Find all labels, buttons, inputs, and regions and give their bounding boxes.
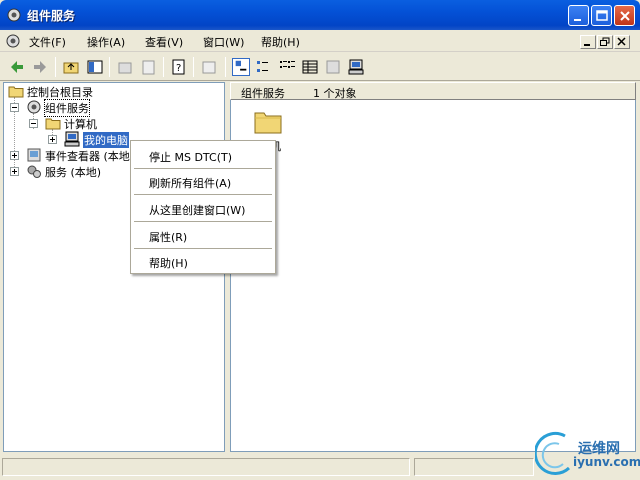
svg-text:?: ? (176, 63, 181, 74)
tree-label-event-viewer: 事件查看器 (本地) (45, 150, 135, 163)
folder-icon (45, 118, 61, 130)
services-gear-icon (27, 165, 41, 178)
event-viewer-icon (27, 148, 41, 162)
up-folder-icon[interactable] (62, 58, 80, 76)
list-view-icon[interactable] (278, 58, 296, 76)
expand-toggle[interactable] (10, 151, 19, 160)
console-icon[interactable] (5, 33, 21, 49)
back-arrow-icon[interactable] (8, 58, 26, 76)
result-pane-header: 组件服务 1 个对象 (230, 82, 636, 100)
minimize-button[interactable] (568, 5, 589, 26)
component-services-icon (27, 100, 41, 114)
menu-item-stop-dtc[interactable]: 停止 MS DTC(T) (132, 144, 274, 166)
menu-action[interactable]: 操作(A) (87, 34, 125, 50)
maximize-button[interactable] (591, 5, 612, 26)
collapse-toggle[interactable] (29, 119, 38, 128)
status-pane-main (2, 458, 410, 476)
show-hide-tree-icon[interactable] (86, 58, 104, 76)
menu-item-help[interactable]: 帮助(H) (132, 250, 274, 272)
menu-view[interactable]: 查看(V) (145, 34, 183, 50)
small-icons-view-icon[interactable] (255, 58, 273, 76)
result-pane[interactable] (230, 100, 636, 452)
collapse-toggle[interactable] (10, 103, 19, 112)
expand-toggle[interactable] (48, 135, 57, 144)
folder-icon (8, 86, 24, 98)
new-window-icon[interactable] (200, 58, 218, 76)
child-minimize-button[interactable] (580, 35, 596, 49)
result-pane-title: 组件服务 (241, 87, 285, 100)
properties-icon[interactable]: ? (170, 58, 188, 76)
menu-file[interactable]: 文件(F) (29, 34, 66, 50)
component-services-icon (7, 8, 21, 22)
watermark-url: iyunv.com (573, 455, 640, 469)
tree-label-services: 服务 (本地) (45, 166, 102, 179)
computer-icon[interactable] (347, 58, 365, 76)
columns-view-icon[interactable] (324, 58, 342, 76)
menu-item-properties[interactable]: 属性(R) (132, 224, 274, 246)
title-bar[interactable]: 组件服务 (0, 0, 640, 30)
tree-label-root: 控制台根目录 (27, 86, 93, 99)
large-icons-view-icon[interactable] (232, 58, 250, 76)
tree-item-root[interactable]: 控制台根目录 (6, 83, 206, 99)
tree-label-my-computer: 我的电脑 (83, 132, 129, 148)
status-pane-secondary (414, 458, 534, 476)
tree-label-component-services: 组件服务 (44, 99, 90, 117)
close-button[interactable] (614, 5, 635, 26)
export-icon[interactable] (116, 58, 134, 76)
tree-item-component-services[interactable]: 组件服务 (6, 99, 206, 117)
menu-help[interactable]: 帮助(H) (261, 34, 300, 50)
menu-window[interactable]: 窗口(W) (203, 34, 244, 50)
tree-label-computers: 计算机 (64, 118, 97, 131)
child-close-button[interactable] (614, 35, 630, 49)
toolbar: ? (0, 53, 640, 81)
menu-item-new-window[interactable]: 从这里创建窗口(W) (132, 197, 274, 219)
window-title: 组件服务 (27, 9, 76, 23)
object-count: 1 个对象 (313, 87, 357, 100)
refresh-icon[interactable] (140, 58, 158, 76)
context-menu: 停止 MS DTC(T) 刷新所有组件(A) 从这里创建窗口(W) 属性(R) … (130, 140, 276, 274)
child-restore-button[interactable] (597, 35, 613, 49)
expand-toggle[interactable] (10, 167, 19, 176)
forward-arrow-icon[interactable] (31, 58, 49, 76)
details-view-icon[interactable] (301, 58, 319, 76)
menu-item-refresh-all[interactable]: 刷新所有组件(A) (132, 170, 274, 192)
menu-bar: 文件(F) 操作(A) 查看(V) 窗口(W) 帮助(H) (0, 30, 640, 52)
computer-icon (64, 131, 80, 147)
folder-icon[interactable] (254, 108, 282, 134)
tree-item-computers[interactable]: 计算机 (6, 115, 206, 131)
